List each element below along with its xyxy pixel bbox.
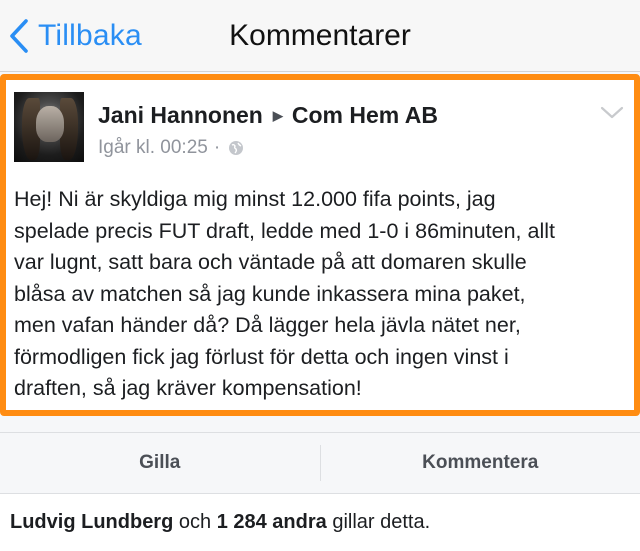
post-meta: Igår kl. 00:25 · bbox=[98, 137, 244, 159]
page-title: Kommentarer bbox=[229, 19, 411, 52]
post-timestamp[interactable]: Igår kl. 00:25 bbox=[98, 137, 208, 159]
post-card: Jani Hannonen ▶ Com Hem AB Igår kl. 00:2… bbox=[0, 74, 640, 416]
meta-separator: · bbox=[213, 137, 221, 158]
chevron-down-icon[interactable] bbox=[600, 106, 624, 120]
target-page-link[interactable]: Com Hem AB bbox=[292, 102, 438, 129]
navigation-bar: Tillbaka Kommentarer bbox=[0, 0, 640, 72]
like-button[interactable]: Gilla bbox=[0, 433, 320, 493]
comment-button[interactable]: Kommentera bbox=[321, 433, 640, 493]
caret-right-icon: ▶ bbox=[272, 107, 283, 123]
author-name-link[interactable]: Jani Hannonen bbox=[98, 102, 263, 129]
globe-icon bbox=[229, 141, 244, 155]
post-header: Jani Hannonen ▶ Com Hem AB bbox=[98, 102, 438, 129]
action-bar: Gilla Kommentera bbox=[0, 432, 640, 494]
likes-and-word: och bbox=[178, 511, 212, 533]
author-avatar[interactable] bbox=[14, 92, 84, 162]
likes-summary[interactable]: Ludvig Lundberg och 1 284 andra gillar d… bbox=[0, 494, 640, 551]
likes-suffix: gillar detta. bbox=[332, 511, 431, 533]
avatar-face bbox=[36, 106, 64, 142]
post-text: Hej! Ni är skyldiga mig minst 12.000 fif… bbox=[14, 187, 555, 400]
likes-others-count[interactable]: 1 284 andra bbox=[217, 511, 327, 534]
liker-name[interactable]: Ludvig Lundberg bbox=[10, 511, 173, 534]
